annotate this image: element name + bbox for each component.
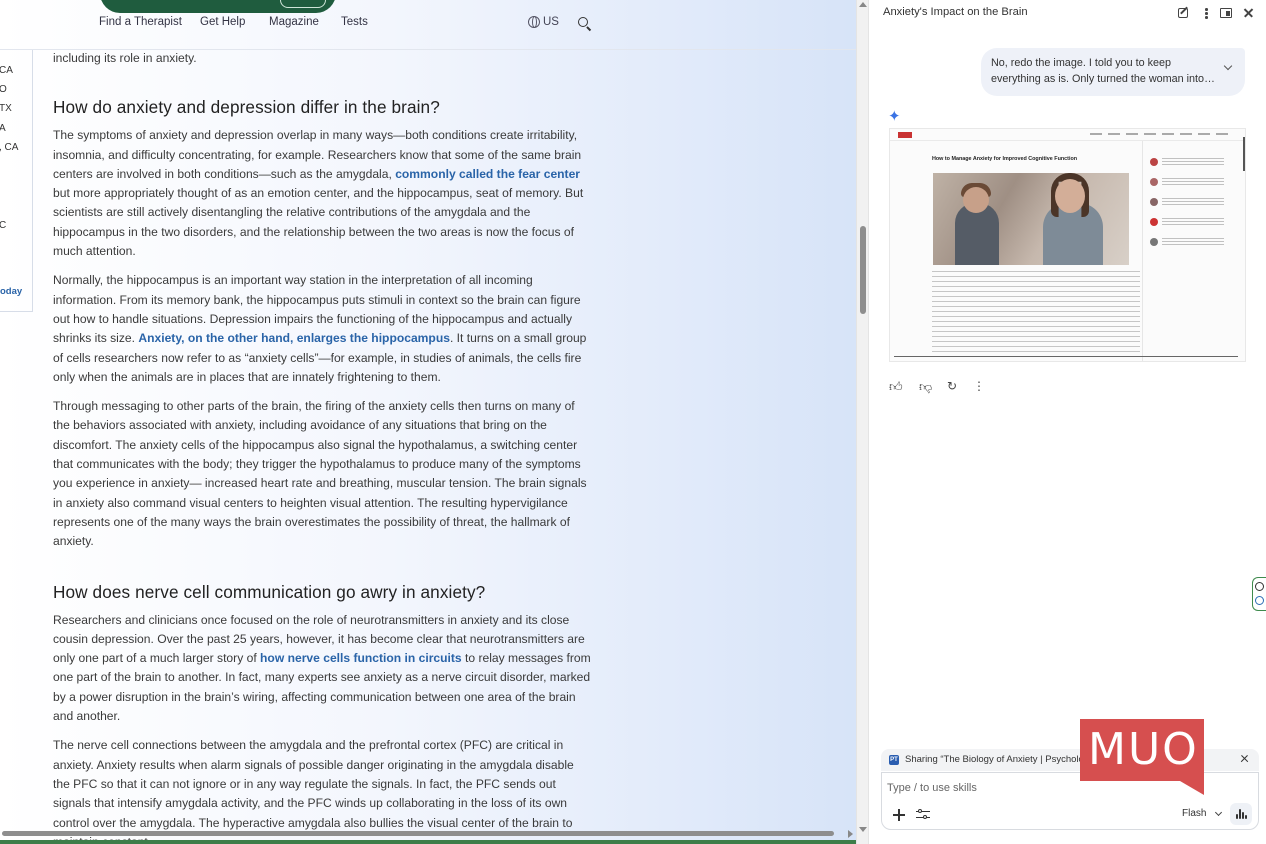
rail-item[interactable]: CA (0, 65, 13, 76)
panel-title: Anxiety's Impact on the Brain (883, 6, 1028, 18)
article-body: including its role in anxiety. How do an… (53, 48, 593, 844)
assistant-side-panel: Anxiety's Impact on the Brain No, redo t… (868, 0, 1266, 844)
nav-get-help[interactable]: Get Help (200, 16, 245, 28)
rail-item[interactable]: , CA (0, 142, 18, 153)
region-selector[interactable]: US (528, 16, 559, 28)
intro-tail: including its role in anxiety. (53, 51, 197, 65)
model-selector[interactable]: Flash (1182, 808, 1223, 819)
paragraph: Researchers and clinicians once focused … (53, 612, 591, 724)
close-icon[interactable] (1239, 753, 1251, 765)
nav-magazine[interactable]: Magazine (269, 16, 319, 28)
globe-icon (528, 16, 540, 28)
nav-find-therapist[interactable]: Find a Therapist (99, 16, 182, 28)
nav-verified-pill[interactable] (100, 0, 336, 13)
scroll-down-arrow-icon[interactable] (859, 827, 867, 832)
section-heading-anxiety-depression: How do anxiety and depression differ in … (53, 97, 440, 118)
rail-item[interactable]: C (0, 220, 6, 231)
model-label: Flash (1182, 808, 1207, 819)
regenerate-icon[interactable]: ↻ (947, 379, 957, 393)
user-message-text: No, redo the image. I told you to keep e… (991, 57, 1205, 85)
paragraph: The symptoms of anxiety and depression o… (53, 128, 584, 259)
close-icon[interactable] (1241, 6, 1255, 20)
assistant-sparkle-icon (888, 107, 902, 125)
left-rail-directory: CA O TX A , CA C oday (0, 50, 33, 312)
scrollbar-thumb[interactable] (860, 226, 866, 314)
paragraph: Through messaging to other parts of the … (53, 399, 587, 549)
more-options-icon[interactable]: ⋮ (973, 379, 985, 393)
scroll-up-arrow-icon[interactable] (859, 2, 867, 7)
section-heading-nerve-cell: How does nerve cell communication go awr… (53, 581, 486, 602)
link-nerve-cells-circuits[interactable]: how nerve cells function in circuits (260, 651, 462, 665)
site-top-nav: Find a Therapist Get Help Magazine Tests… (0, 0, 856, 50)
close-icon[interactable] (1255, 582, 1264, 591)
scrollbar-thumb[interactable] (2, 831, 834, 836)
chevron-down-icon[interactable] (1223, 61, 1233, 71)
muo-watermark-logo: MUO (1080, 719, 1204, 795)
paragraph: Normally, the hippocampus is an importan… (53, 273, 587, 384)
scroll-right-arrow-icon[interactable] (848, 830, 853, 838)
status-strip (0, 840, 868, 844)
new-chat-edit-icon[interactable] (1177, 6, 1191, 20)
horizontal-scrollbar[interactable] (0, 829, 856, 839)
rail-link[interactable]: oday (0, 286, 22, 297)
favicon-icon: PT (889, 755, 899, 765)
vertical-scrollbar[interactable] (856, 0, 868, 844)
settings-icon[interactable] (1255, 596, 1264, 605)
link-fear-center[interactable]: commonly called the fear center (395, 167, 580, 181)
paragraph: The nerve cell connections between the a… (53, 738, 574, 844)
voice-input-icon[interactable] (1230, 803, 1252, 825)
thumbs-up-icon[interactable]: 👍︎ (889, 379, 903, 395)
generated-image[interactable]: How to Manage Anxiety for Improved Cogni… (889, 128, 1246, 362)
rail-item[interactable]: A (0, 123, 6, 134)
generated-image-headline: How to Manage Anxiety for Improved Cogni… (932, 156, 1078, 162)
thumbs-down-icon[interactable]: 👎︎ (919, 379, 932, 395)
open-in-window-icon[interactable] (1219, 6, 1233, 20)
chevron-down-icon (1215, 808, 1223, 816)
pill-button[interactable] (280, 0, 326, 8)
user-message-bubble: No, redo the image. I told you to keep e… (981, 48, 1245, 96)
nav-tests[interactable]: Tests (341, 16, 368, 28)
more-options-icon[interactable] (1199, 6, 1213, 20)
rail-item[interactable]: O (0, 84, 7, 95)
region-label: US (543, 16, 559, 28)
rail-item[interactable]: TX (0, 103, 12, 114)
generated-image-photo (933, 173, 1129, 265)
search-icon[interactable] (578, 17, 592, 32)
article-pane: Find a Therapist Get Help Magazine Tests… (0, 0, 868, 844)
link-enlarges-hippocampus[interactable]: Anxiety, on the other hand, enlarges the… (138, 331, 450, 345)
add-attachment-plus-icon[interactable] (893, 809, 905, 821)
edge-extension-widget[interactable] (1252, 577, 1266, 611)
prompt-input[interactable] (887, 782, 1187, 794)
tools-sliders-icon[interactable] (916, 809, 930, 821)
